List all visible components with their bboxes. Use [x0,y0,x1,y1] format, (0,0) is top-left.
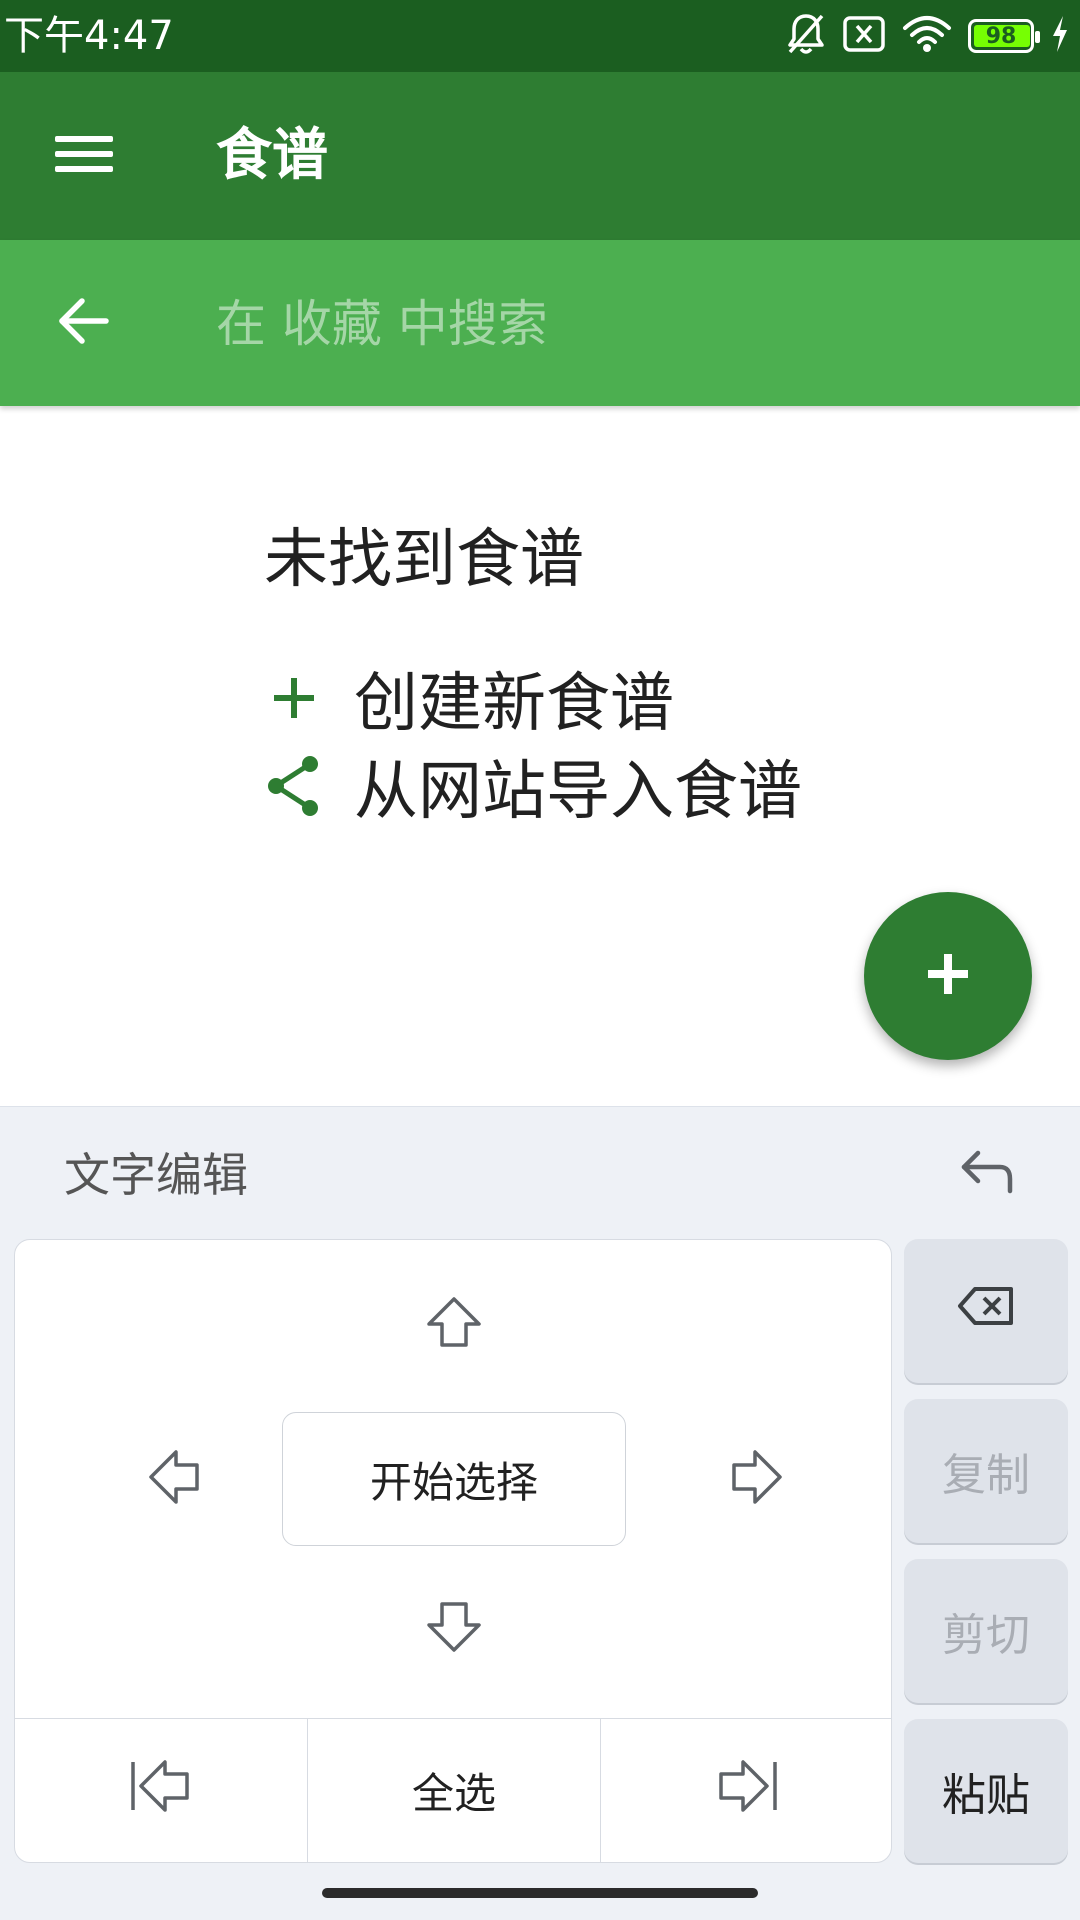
battery-level: 98 [985,23,1017,49]
cut-button[interactable]: 剪切 [904,1559,1068,1703]
text-editing-title: 文字编辑 [64,1148,248,1202]
create-recipe-link[interactable]: 创建新食谱 [264,656,674,741]
battery-icon: 98 [968,19,1040,53]
status-time: 下午4:47 [4,13,174,59]
search-bar [0,240,1080,406]
backspace-button[interactable] [904,1239,1068,1383]
page-title: 食谱 [216,123,328,188]
paste-button[interactable]: 粘贴 [904,1719,1068,1863]
status-icons: 98 [786,10,1070,62]
arrow-back-icon [58,297,110,349]
start-select-button[interactable]: 开始选择 [282,1412,626,1546]
home-indicator[interactable] [322,1888,758,1898]
undo-icon [956,1149,1016,1201]
add-icon [926,952,970,1000]
import-recipe-link[interactable]: 从网站导入食谱 [264,744,802,829]
search-input[interactable] [216,288,1036,360]
arrow-to-start-icon [129,1758,193,1824]
no-sim-icon [842,14,886,58]
arrow-down-icon [426,1601,482,1657]
status-bar: 下午4:47 98 [0,0,1080,72]
create-recipe-label: 创建新食谱 [354,667,674,741]
cursor-line-end-button[interactable] [601,1719,891,1862]
undo-button[interactable] [950,1143,1022,1207]
import-recipe-label: 从网站导入食谱 [354,755,802,829]
arrow-to-end-icon [715,1758,779,1824]
plus-icon [264,668,324,728]
select-all-button[interactable]: 全选 [308,1719,601,1862]
back-button[interactable] [44,283,124,363]
notifications-off-icon [786,12,826,60]
cursor-right-button[interactable] [717,1439,797,1519]
backspace-icon [957,1286,1015,1337]
empty-state-title: 未找到食谱 [264,523,584,597]
wifi-icon [902,14,952,58]
cursor-up-button[interactable] [414,1284,494,1364]
arrow-up-icon [426,1296,482,1352]
pad-bottom-row: 全选 [15,1718,891,1862]
menu-icon [55,132,113,180]
arrow-right-icon [731,1449,783,1509]
cursor-line-start-button[interactable] [15,1719,308,1862]
charging-bolt-icon [1050,14,1070,58]
add-recipe-fab[interactable] [864,892,1032,1060]
cursor-left-button[interactable] [134,1439,214,1519]
arrow-left-icon [148,1449,200,1509]
app-bar: 食谱 [0,72,1080,240]
text-editing-panel: 文字编辑 开始选择 全选 复制 剪切 粘贴 [0,1106,1080,1920]
menu-button[interactable] [44,116,124,196]
cursor-down-button[interactable] [414,1589,494,1669]
share-icon [264,756,324,816]
copy-button[interactable]: 复制 [904,1399,1068,1543]
cursor-nav-pad: 开始选择 全选 [14,1239,892,1863]
